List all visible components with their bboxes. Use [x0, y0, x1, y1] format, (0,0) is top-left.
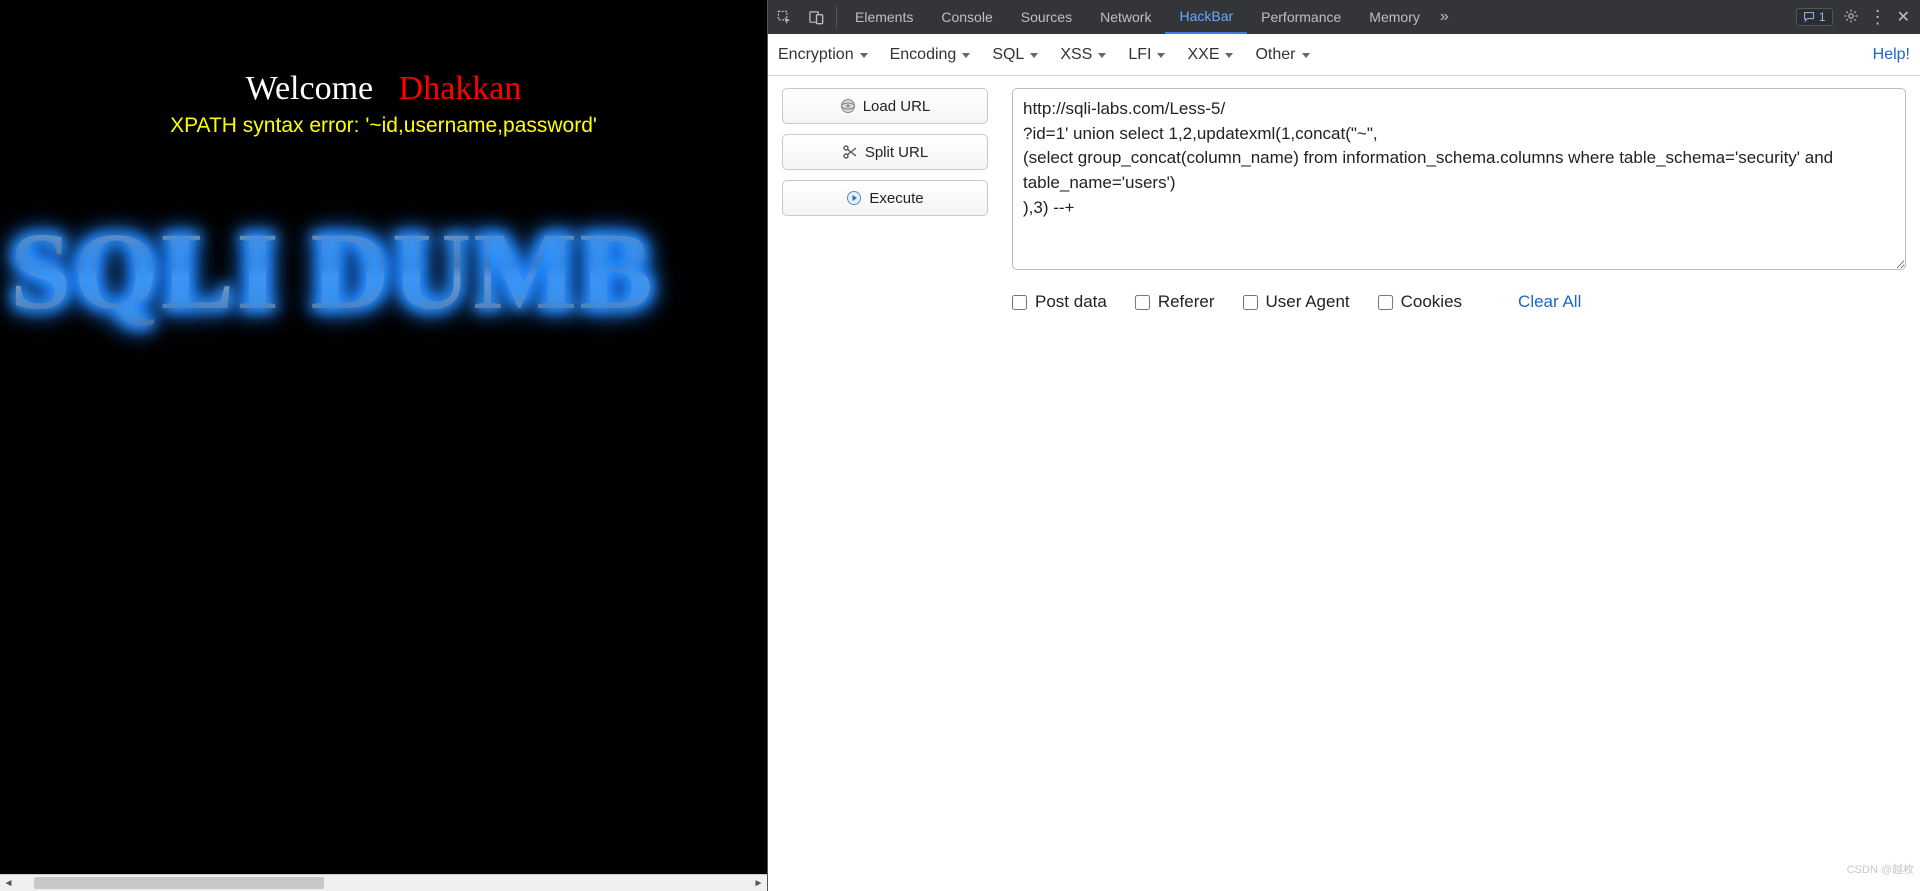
check-useragent[interactable]: User Agent: [1243, 292, 1350, 312]
rendered-page: Welcome Dhakkan XPATH syntax error: '~id…: [0, 0, 768, 891]
more-tabs-icon[interactable]: »: [1434, 0, 1455, 34]
menu-xxe[interactable]: XXE: [1187, 46, 1233, 64]
play-icon: [846, 190, 862, 206]
check-cookies-box[interactable]: [1378, 295, 1393, 310]
messages-badge[interactable]: 1: [1796, 8, 1833, 26]
clear-all-link[interactable]: Clear All: [1518, 292, 1581, 312]
check-referer[interactable]: Referer: [1135, 292, 1215, 312]
split-url-button[interactable]: Split URL: [782, 134, 988, 170]
execute-label: Execute: [869, 190, 923, 207]
kebab-menu-icon[interactable]: ⋮: [1869, 8, 1887, 26]
tab-network[interactable]: Network: [1086, 0, 1165, 34]
tab-memory[interactable]: Memory: [1355, 0, 1434, 34]
help-link[interactable]: Help!: [1873, 46, 1910, 64]
caret-down-icon: [1302, 53, 1310, 58]
messages-count: 1: [1819, 10, 1826, 24]
scroll-track[interactable]: [17, 875, 750, 891]
scissors-icon: [842, 144, 858, 160]
disk-icon: [840, 98, 856, 114]
caret-down-icon: [962, 53, 970, 58]
caret-down-icon: [860, 53, 868, 58]
menu-other[interactable]: Other: [1255, 46, 1309, 64]
settings-gear-icon[interactable]: [1843, 8, 1859, 27]
menu-xss[interactable]: XSS: [1060, 46, 1106, 64]
tab-performance[interactable]: Performance: [1247, 0, 1355, 34]
devtools-panel: Elements Console Sources Network HackBar…: [768, 0, 1920, 891]
load-url-button[interactable]: Load URL: [782, 88, 988, 124]
caret-down-icon: [1225, 53, 1233, 58]
split-url-label: Split URL: [865, 144, 928, 161]
scroll-left-arrow-icon[interactable]: ◄: [0, 875, 17, 891]
menu-encryption[interactable]: Encryption: [778, 46, 868, 64]
tab-console[interactable]: Console: [927, 0, 1006, 34]
xpath-error-text: XPATH syntax error: '~id,username,passwo…: [0, 114, 767, 138]
inspect-element-icon[interactable]: [768, 0, 800, 34]
tab-sources[interactable]: Sources: [1007, 0, 1086, 34]
separator: [836, 6, 837, 28]
hackbar-options-row: Post data Referer User Agent Cookies C: [1012, 292, 1906, 312]
hackbar-body: Load URL Split URL Execute: [768, 76, 1920, 320]
menu-encoding[interactable]: Encoding: [890, 46, 971, 64]
welcome-heading: Welcome Dhakkan: [0, 70, 767, 108]
caret-down-icon: [1030, 53, 1038, 58]
menu-sql[interactable]: SQL: [992, 46, 1038, 64]
device-toggle-icon[interactable]: [800, 0, 832, 34]
check-cookies[interactable]: Cookies: [1378, 292, 1462, 312]
message-icon: [1803, 11, 1815, 23]
tab-hackbar[interactable]: HackBar: [1165, 0, 1247, 34]
hackbar-toolbar: Encryption Encoding SQL XSS LFI XXE Othe…: [768, 34, 1920, 76]
url-textarea[interactable]: [1012, 88, 1906, 270]
welcome-name: Dhakkan: [399, 70, 522, 107]
check-useragent-box[interactable]: [1243, 295, 1258, 310]
scroll-thumb[interactable]: [34, 877, 324, 889]
watermark: CSDN @越枚: [1847, 861, 1914, 877]
caret-down-icon: [1098, 53, 1106, 58]
tab-elements[interactable]: Elements: [841, 0, 927, 34]
scroll-right-arrow-icon[interactable]: ►: [750, 875, 767, 891]
welcome-prefix: Welcome: [246, 70, 374, 107]
caret-down-icon: [1157, 53, 1165, 58]
execute-button[interactable]: Execute: [782, 180, 988, 216]
check-postdata[interactable]: Post data: [1012, 292, 1107, 312]
load-url-label: Load URL: [863, 98, 931, 115]
menu-lfi[interactable]: LFI: [1128, 46, 1165, 64]
sqli-banner: SQLI DUMB: [0, 208, 767, 335]
check-postdata-box[interactable]: [1012, 295, 1027, 310]
devtools-tabstrip: Elements Console Sources Network HackBar…: [768, 0, 1920, 34]
close-devtools-icon[interactable]: ✕: [1897, 7, 1910, 27]
horizontal-scrollbar[interactable]: ◄ ►: [0, 874, 767, 891]
check-referer-box[interactable]: [1135, 295, 1150, 310]
